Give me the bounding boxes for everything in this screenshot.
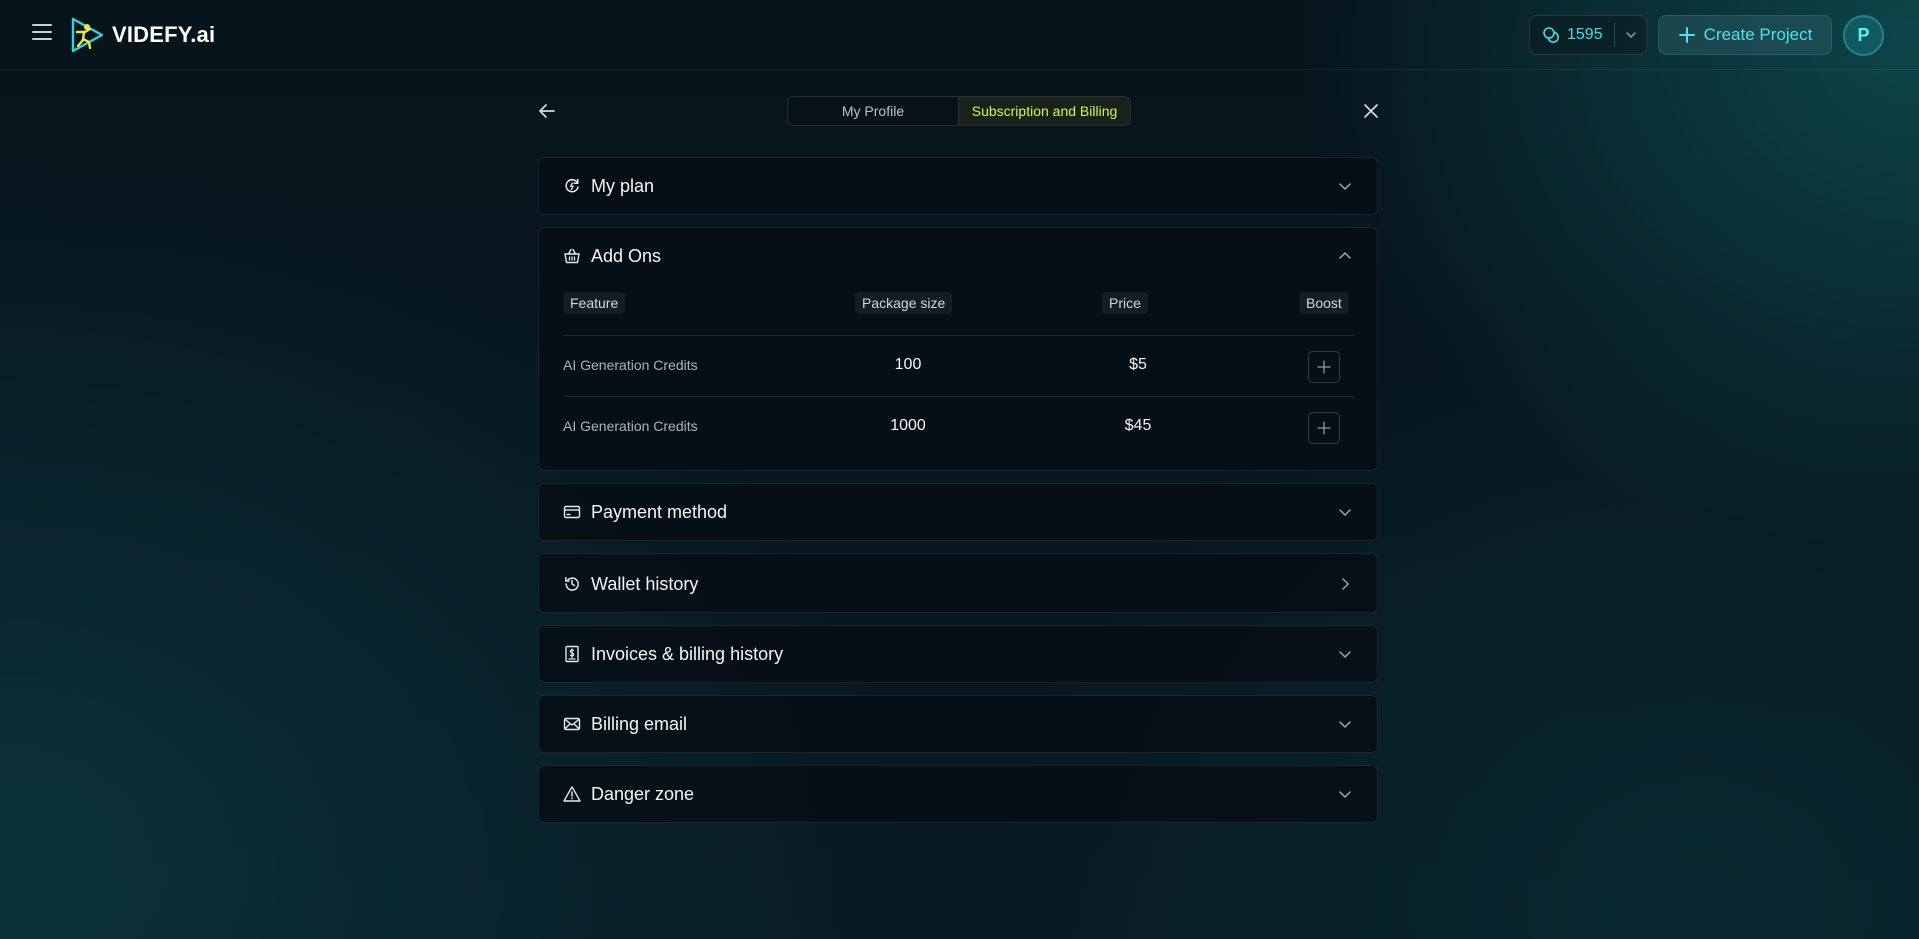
chevron-down-icon bbox=[1339, 651, 1351, 659]
package-size-cell: 100 bbox=[894, 356, 922, 373]
add-ons-table-header: Feature Package size Price Boost bbox=[563, 292, 1355, 314]
section-wallet-history: Wallet history bbox=[538, 553, 1378, 613]
mail-icon bbox=[563, 717, 581, 731]
close-icon bbox=[1364, 104, 1378, 118]
credits-value: 1595 bbox=[1567, 26, 1603, 43]
settings-tabs: My Profile Subscription and Billing bbox=[787, 96, 1131, 126]
plan-refresh-icon bbox=[565, 178, 579, 193]
arrow-left-icon bbox=[539, 104, 555, 118]
boost-add-button[interactable] bbox=[1308, 412, 1340, 444]
tab-my-profile[interactable]: My Profile bbox=[788, 97, 958, 125]
wallet-history-title: Wallet history bbox=[591, 574, 699, 594]
create-project-label: Create Project bbox=[1703, 25, 1813, 44]
feature-cell: AI Generation Credits bbox=[563, 357, 698, 373]
tab-subscription-billing[interactable]: Subscription and Billing bbox=[958, 97, 1130, 125]
price-cell: $5 bbox=[1129, 356, 1147, 373]
chevron-down-icon bbox=[1339, 721, 1351, 729]
section-billing-email: Billing email bbox=[538, 695, 1378, 753]
my-plan-header[interactable]: My plan bbox=[539, 158, 1377, 214]
danger-zone-title: Danger zone bbox=[591, 784, 695, 804]
table-row: AI Generation Credits 1000 $45 bbox=[563, 396, 1355, 456]
package-size-cell: 1000 bbox=[890, 417, 926, 434]
column-header-boost: Boost bbox=[1299, 292, 1349, 314]
credits-display[interactable]: 1595 bbox=[1530, 16, 1614, 54]
my-plan-title: My plan bbox=[591, 176, 655, 196]
invoices-title: Invoices & billing history bbox=[591, 644, 784, 664]
coins-icon bbox=[1543, 27, 1559, 43]
column-header-feature: Feature bbox=[563, 292, 626, 314]
brand[interactable]: VIDEFY.ai bbox=[68, 15, 215, 55]
close-button[interactable] bbox=[1360, 100, 1382, 122]
back-button[interactable] bbox=[536, 100, 558, 122]
table-row: AI Generation Credits 100 $5 bbox=[563, 335, 1355, 396]
credits-dropdown-button[interactable] bbox=[1615, 16, 1646, 54]
videfy-logo-icon bbox=[71, 17, 104, 53]
hamburger-menu-icon[interactable] bbox=[32, 24, 52, 44]
history-icon bbox=[565, 577, 579, 591]
section-add-ons: Add Ons Feature Package size Price Boost… bbox=[538, 227, 1378, 471]
price-cell: $45 bbox=[1124, 417, 1152, 434]
payment-method-header[interactable]: Payment method bbox=[539, 484, 1377, 540]
invoices-header[interactable]: Invoices & billing history bbox=[539, 626, 1377, 682]
chevron-up-icon bbox=[1339, 251, 1351, 259]
boost-add-button[interactable] bbox=[1308, 351, 1340, 383]
top-bar: VIDEFY.ai 1595 Create Project P bbox=[0, 0, 1919, 70]
section-danger-zone: Danger zone bbox=[538, 765, 1378, 823]
danger-zone-header[interactable]: Danger zone bbox=[539, 766, 1377, 822]
receipt-icon bbox=[565, 645, 579, 663]
wallet-history-header[interactable]: Wallet history bbox=[539, 554, 1377, 614]
chevron-right-icon bbox=[1342, 578, 1350, 590]
user-avatar[interactable]: P bbox=[1843, 15, 1884, 56]
billing-email-header[interactable]: Billing email bbox=[539, 696, 1377, 752]
warning-icon bbox=[563, 786, 581, 802]
chevron-down-icon bbox=[1625, 32, 1636, 39]
section-payment-method: Payment method bbox=[538, 483, 1378, 541]
basket-icon bbox=[564, 248, 580, 264]
chevron-down-icon bbox=[1339, 183, 1351, 191]
feature-cell: AI Generation Credits bbox=[563, 418, 698, 434]
chevron-down-icon bbox=[1339, 791, 1351, 799]
credit-card-icon bbox=[563, 505, 581, 519]
create-project-button[interactable]: Create Project bbox=[1658, 15, 1832, 55]
plus-icon bbox=[1678, 27, 1695, 43]
section-my-plan: My plan bbox=[538, 157, 1378, 215]
payment-method-title: Payment method bbox=[591, 502, 728, 522]
chevron-down-icon bbox=[1339, 509, 1351, 517]
billing-email-title: Billing email bbox=[591, 714, 688, 734]
column-header-package-size: Package size bbox=[855, 292, 953, 314]
column-header-price: Price bbox=[1102, 292, 1148, 314]
plus-icon bbox=[1317, 360, 1331, 374]
section-invoices: Invoices & billing history bbox=[538, 625, 1378, 683]
add-ons-title: Add Ons bbox=[591, 246, 662, 266]
brand-name: VIDEFY.ai bbox=[112, 22, 216, 47]
add-ons-header[interactable]: Add Ons bbox=[539, 228, 1377, 284]
plus-icon bbox=[1317, 421, 1331, 435]
credits-widget: 1595 bbox=[1529, 15, 1647, 55]
